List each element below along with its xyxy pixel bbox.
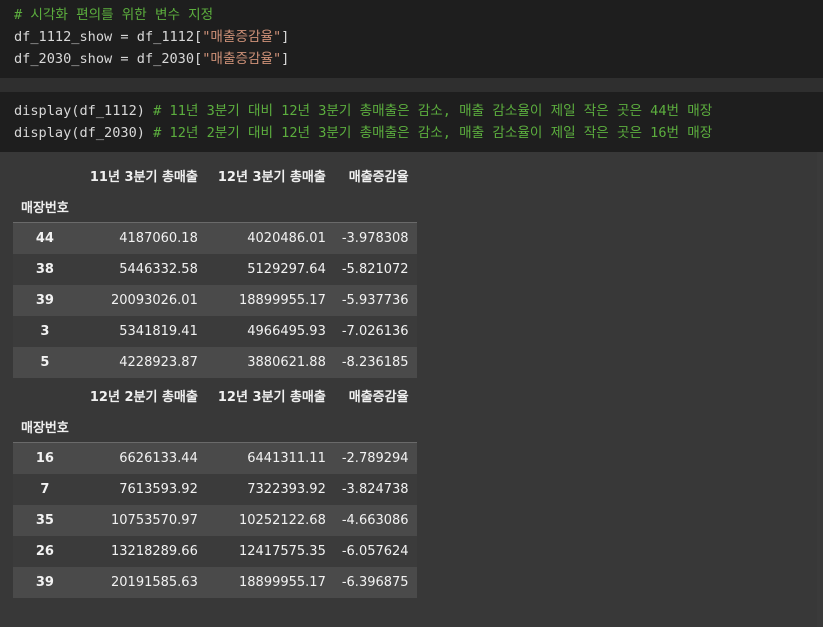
cell-value: 4228923.87 [119,355,198,370]
dataframe-table-2: 12년 2분기 총매출 12년 3분기 총매출 매출증감율 매장번호 16 66… [13,380,417,598]
corner-cell [13,160,77,191]
dataframe-table-1: 11년 3분기 총매출 12년 3분기 총매출 매출증감율 매장번호 44 41… [13,160,417,378]
index-name-row: 매장번호 [13,411,417,443]
cell-value: 4020486.01 [247,231,326,246]
cell-value: -3.824738 [341,482,409,497]
row-index: 39 [35,293,54,308]
code-text: display(df_1112) [14,103,154,119]
row-index: 5 [40,355,50,370]
table-row: 7 7613593.92 7322393.92 -3.824738 [13,474,417,505]
column-header: 12년 3분기 총매출 [217,170,326,185]
cell-separator [0,78,823,92]
code-line: df_2030_show = df_2030["매출증감율"] [14,49,289,71]
cell-value: -3.978308 [341,231,409,246]
empty-header [205,191,334,223]
cell-value: 18899955.17 [239,293,326,308]
cell-value: 7613593.92 [119,482,198,497]
row-index: 7 [40,482,50,497]
table-row: 38 5446332.58 5129297.64 -5.821072 [13,254,417,285]
cell-value: 10753570.97 [111,513,198,528]
table-row: 16 6626133.44 6441311.11 -2.789294 [13,442,417,474]
cell-value: 13218289.66 [111,544,198,559]
table-row: 44 4187060.18 4020486.01 -3.978308 [13,222,417,254]
cell-value: 4187060.18 [119,231,198,246]
cell-value: 3880621.88 [247,355,326,370]
empty-header [76,191,206,223]
table-row: 39 20093026.01 18899955.17 -5.937736 [13,285,417,316]
code-text: ] [281,29,290,45]
code-line: df_1112_show = df_1112["매출증감율"] [14,27,289,49]
cell-value: -4.663086 [341,513,409,528]
empty-header [76,411,206,443]
table-row: 26 13218289.66 12417575.35 -6.057624 [13,536,417,567]
empty-header [333,411,417,443]
row-index: 35 [35,513,54,528]
cell-value: 7322393.92 [247,482,326,497]
cell-value: 20093026.01 [111,293,198,308]
cell-value: 4966495.93 [247,324,326,339]
cell-value: 6441311.11 [247,451,326,466]
output-scrollbar[interactable] [817,152,823,627]
cell-value: 18899955.17 [239,575,326,590]
code-line: display(df_2030) # 12년 2분기 대비 12년 3분기 총매… [14,123,712,145]
header-row: 11년 3분기 총매출 12년 3분기 총매출 매출증감율 [13,160,417,191]
column-header: 12년 3분기 총매출 [217,390,326,405]
cell-value: 20191585.63 [111,575,198,590]
empty-header [333,191,417,223]
index-name: 매장번호 [13,411,77,443]
code-cell-display[interactable]: display(df_1112) # 11년 3분기 대비 12년 3분기 총매… [0,92,823,152]
row-index: 38 [35,262,54,277]
row-index: 44 [35,231,54,246]
cell-value: 10252122.68 [239,513,326,528]
code-comment: # 11년 3분기 대비 12년 3분기 총매출은 감소, 매출 감소율이 제일… [153,103,713,119]
cell-value: -7.026136 [341,324,409,339]
code-text: display(df_2030) [14,125,154,141]
code-comment: # 시각화 편의를 위한 변수 지정 [14,7,214,23]
table-row: 5 4228923.87 3880621.88 -8.236185 [13,347,417,378]
code-string: "매출증감율" [202,51,282,67]
code-text: ] [281,51,290,67]
code-line: display(df_1112) # 11년 3분기 대비 12년 3분기 총매… [14,101,712,123]
row-index: 39 [35,575,54,590]
cell-value: -5.937736 [341,293,409,308]
column-header: 매출증감율 [348,170,409,185]
cell-value: -6.057624 [341,544,409,559]
cell-value: 6626133.44 [119,451,198,466]
table-row: 35 10753570.97 10252122.68 -4.663086 [13,505,417,536]
cell-value: -5.821072 [341,262,409,277]
column-header: 12년 2분기 총매출 [89,390,198,405]
cell-value: 12417575.35 [239,544,326,559]
cell-output: 11년 3분기 총매출 12년 3분기 총매출 매출증감율 매장번호 44 41… [0,152,823,627]
column-header: 11년 3분기 총매출 [89,170,198,185]
corner-cell [13,380,77,411]
table-row: 39 20191585.63 18899955.17 -6.396875 [13,567,417,598]
row-index: 26 [35,544,54,559]
cell-value: -6.396875 [341,575,409,590]
code-text: df_2030_show = df_2030[ [14,51,203,67]
cell-value: 5129297.64 [247,262,326,277]
cell-value: 5446332.58 [119,262,198,277]
header-row: 12년 2분기 총매출 12년 3분기 총매출 매출증감율 [13,380,417,411]
column-header: 매출증감율 [348,390,409,405]
cell-value: -2.789294 [341,451,409,466]
code-string: "매출증감율" [202,29,282,45]
table-row: 3 5341819.41 4966495.93 -7.026136 [13,316,417,347]
empty-header [205,411,334,443]
row-index: 3 [40,324,50,339]
cell-value: -8.236185 [341,355,409,370]
row-index: 16 [35,451,54,466]
index-name-row: 매장번호 [13,191,417,223]
code-cell-variables[interactable]: # 시각화 편의를 위한 변수 지정 df_1112_show = df_111… [0,0,823,78]
code-text: df_1112_show = df_1112[ [14,29,203,45]
cell-value: 5341819.41 [119,324,198,339]
code-comment: # 12년 2분기 대비 12년 3분기 총매출은 감소, 매출 감소율이 제일… [153,125,713,141]
index-name: 매장번호 [13,191,77,223]
code-line: # 시각화 편의를 위한 변수 지정 [14,5,213,27]
